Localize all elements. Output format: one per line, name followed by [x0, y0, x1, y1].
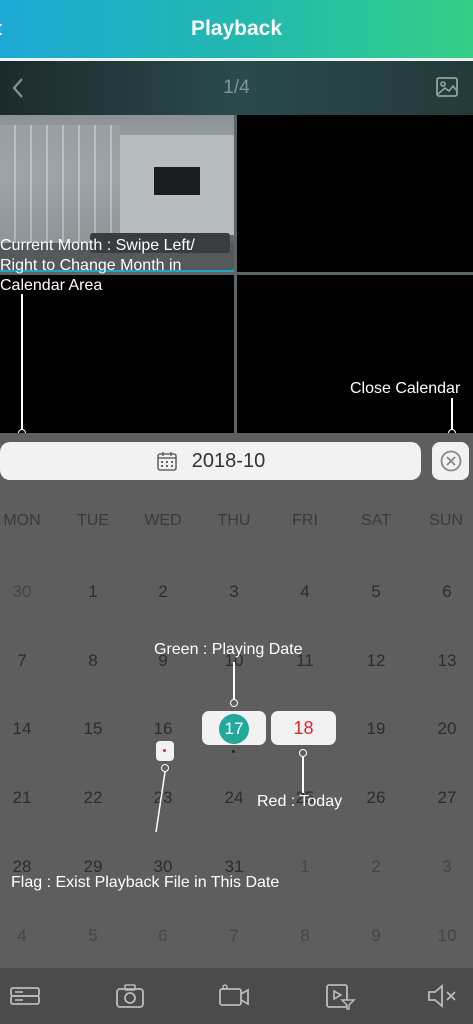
- calendar-day[interactable]: 2: [138, 582, 188, 602]
- calendar-day[interactable]: 4: [0, 926, 47, 946]
- weekday-sun: SUN: [429, 512, 463, 529]
- calendar-day[interactable]: 7: [0, 651, 47, 671]
- calendar-day[interactable]: 9: [351, 926, 401, 946]
- calendar-day[interactable]: 16: [138, 719, 188, 739]
- green-pointer-dot: [230, 699, 238, 707]
- page-counter: 1/4: [223, 77, 250, 98]
- calendar-day[interactable]: 20: [422, 719, 472, 739]
- calendar-day[interactable]: 26: [351, 788, 401, 808]
- room-glass-partition: [0, 125, 120, 245]
- calendar-day[interactable]: 3: [422, 857, 472, 877]
- close-calendar-annotation: Close Calendar: [350, 380, 461, 397]
- weekday-sat: SAT: [361, 512, 391, 529]
- image-icon[interactable]: [435, 75, 459, 99]
- room-tv: [154, 167, 200, 195]
- calendar-day[interactable]: 5: [351, 582, 401, 602]
- calendar-day[interactable]: 4: [280, 582, 330, 602]
- calendar-day[interactable]: 24: [209, 788, 259, 808]
- calendar-day[interactable]: 8: [280, 926, 330, 946]
- calendar-day[interactable]: 3: [209, 582, 259, 602]
- flag-annotation: Flag : Exist Playback File in This Date: [11, 874, 280, 891]
- calendar-day[interactable]: 7: [209, 926, 259, 946]
- calendar-day[interactable]: 1: [68, 582, 118, 602]
- camera-snapshot-icon[interactable]: [114, 982, 146, 1010]
- month-bar[interactable]: 2018-10: [0, 442, 421, 480]
- calendar-day[interactable]: 14: [0, 719, 47, 739]
- green-pointer: [233, 662, 235, 700]
- calendar-day[interactable]: 6: [422, 582, 472, 602]
- weekday-tue: TUE: [77, 512, 109, 529]
- red-annotation: Red : Today: [257, 793, 343, 810]
- calendar-day[interactable]: 30: [0, 582, 47, 602]
- weekday-wed: WED: [144, 512, 182, 529]
- calendar-day[interactable]: 8: [68, 651, 118, 671]
- calendar-day[interactable]: 1: [280, 857, 330, 877]
- calendar-day[interactable]: 12: [351, 651, 401, 671]
- weekday-thu: THU: [217, 512, 251, 529]
- calendar-day[interactable]: 27: [422, 788, 472, 808]
- red-pointer-dot: [299, 749, 307, 757]
- video-channel-2[interactable]: [237, 115, 473, 272]
- red-pointer: [302, 757, 304, 793]
- current-month-annotation: Current Month : Swipe Left/ Right to Cha…: [0, 237, 195, 294]
- calendar-day[interactable]: 13: [422, 651, 472, 671]
- back-icon[interactable]: ‹: [0, 12, 3, 44]
- page-bar: 1/4: [0, 61, 473, 115]
- calendar-day[interactable]: 21: [0, 788, 47, 808]
- close-calendar-pointer: [451, 398, 453, 430]
- calendar-day[interactable]: 5: [68, 926, 118, 946]
- header: ‹ Playback: [0, 0, 473, 58]
- video-channel-4[interactable]: [237, 275, 473, 433]
- calendar-day[interactable]: 6: [138, 926, 188, 946]
- current-month-pointer: [21, 294, 23, 430]
- playback-filter-icon[interactable]: [324, 982, 356, 1010]
- close-calendar-button[interactable]: [432, 442, 469, 480]
- mute-icon[interactable]: [426, 982, 458, 1010]
- green-annotation: Green : Playing Date: [154, 641, 303, 658]
- calendar-day[interactable]: 10: [422, 926, 472, 946]
- calendar-icon: [156, 452, 177, 471]
- bottom-toolbar: [0, 968, 473, 1024]
- weekday-fri: FRI: [292, 512, 318, 529]
- calendar-day[interactable]: 15: [68, 719, 118, 739]
- playback-file-dot: [232, 750, 235, 753]
- calendar-day[interactable]: 22: [68, 788, 118, 808]
- weekday-mon: MON: [3, 512, 41, 529]
- video-channel-3[interactable]: [0, 275, 234, 433]
- playback-file-flag: [156, 741, 174, 761]
- storage-device-icon[interactable]: [9, 982, 41, 1010]
- calendar-day[interactable]: 2: [351, 857, 401, 877]
- current-month: 2018-10: [191, 449, 266, 472]
- close-circle-icon: [440, 450, 461, 472]
- flag-pointer: [155, 771, 166, 833]
- flag-dot: [163, 749, 166, 752]
- page-title: Playback: [190, 17, 283, 40]
- video-record-icon[interactable]: [218, 982, 250, 1010]
- weekday-header: MON TUE WED THU FRI SAT SUN: [0, 512, 473, 534]
- calendar-day[interactable]: 19: [351, 719, 401, 739]
- playing-date[interactable]: 17: [219, 714, 249, 744]
- today-date[interactable]: 18: [271, 711, 336, 745]
